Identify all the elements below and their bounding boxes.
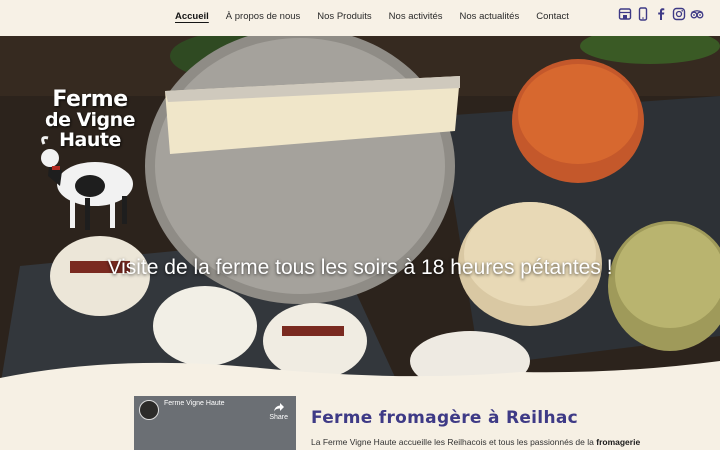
site-header: Accueil À propos de nous Nos Produits No… [0, 0, 720, 36]
nav-activites[interactable]: Nos activités [389, 11, 443, 22]
farm-logo[interactable]: Ferme de Vigne Haute [15, 88, 165, 151]
facebook-icon[interactable] [654, 7, 668, 21]
hero-tagline: Visite de la ferme tous les soirs à 18 h… [107, 256, 613, 279]
social-links [618, 7, 704, 21]
share-button[interactable]: Share [269, 402, 288, 421]
nav-produits[interactable]: Nos Produits [317, 11, 371, 22]
channel-avatar [139, 400, 159, 420]
phone-icon[interactable] [636, 7, 650, 21]
hero-banner: Ferme de Vigne Haute Visite de la ferme … [0, 36, 720, 388]
section-text: La Ferme Vigne Haute accueille les Reilh… [311, 437, 640, 447]
nav-accueil[interactable]: Accueil [175, 11, 209, 22]
share-label: Share [269, 414, 288, 421]
store-icon[interactable] [618, 7, 632, 21]
main-nav: Accueil À propos de nous Nos Produits No… [175, 11, 586, 22]
video-player[interactable]: Ferme Vigne Haute Share [134, 396, 296, 450]
share-icon [273, 403, 284, 412]
logo-line-1: Ferme [52, 87, 128, 112]
instagram-icon[interactable] [672, 7, 686, 21]
section-title: Ferme fromagère à Reilhac [311, 408, 578, 428]
video-title: Ferme Vigne Haute [164, 400, 225, 407]
nav-a-propos[interactable]: À propos de nous [226, 11, 300, 22]
nav-actualites[interactable]: Nos actualités [460, 11, 520, 22]
section-text-start: La Ferme Vigne Haute accueille les Reilh… [311, 437, 597, 447]
tripadvisor-icon[interactable] [690, 7, 704, 21]
intro-section: Ferme Vigne Haute Share Ferme fromagère … [0, 388, 720, 450]
nav-contact[interactable]: Contact [536, 11, 569, 22]
section-text-bold[interactable]: fromagerie [596, 437, 640, 447]
logo-line-2: de Vigne Haute [45, 109, 136, 152]
